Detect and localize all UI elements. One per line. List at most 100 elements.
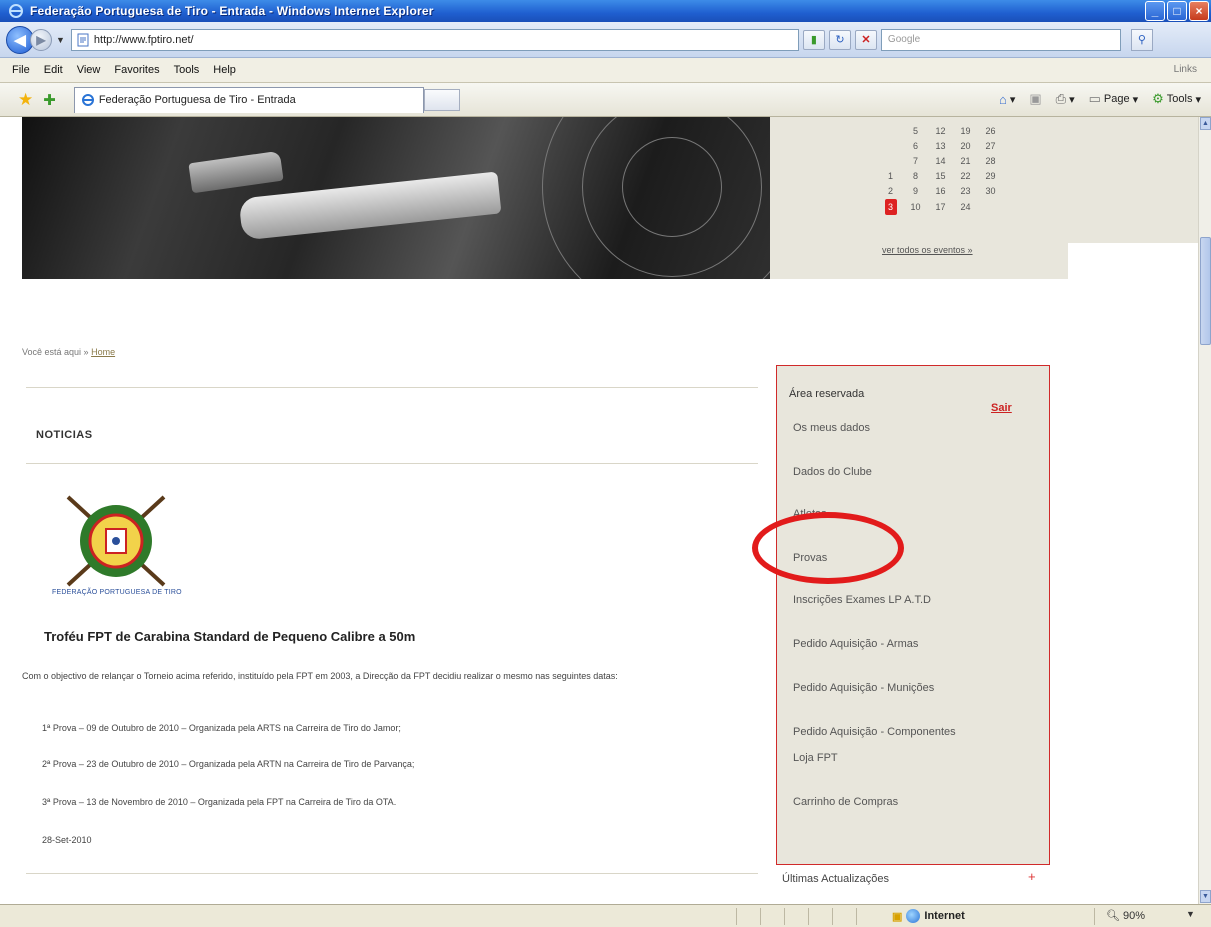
calendar-day: 8 bbox=[912, 170, 918, 181]
tab-current[interactable]: Federação Portuguesa de Tiro - Entrada bbox=[73, 86, 424, 113]
zone-label: Internet bbox=[924, 910, 965, 922]
tools-menu-label: Tools bbox=[1166, 93, 1193, 105]
breadcrumb: Você está aqui » Home bbox=[22, 347, 115, 357]
print-icon: ⎙ bbox=[1055, 91, 1067, 106]
events-link[interactable]: Provas bbox=[793, 552, 827, 564]
calendar-day: 15 bbox=[935, 170, 946, 181]
ammo-purchase-link[interactable]: Pedido Aquisição - Munições bbox=[793, 682, 934, 694]
status-divider bbox=[808, 908, 809, 925]
refresh-icon: ↻ bbox=[835, 34, 845, 46]
page-icon-cmd: ▭ bbox=[1088, 91, 1101, 106]
calendar-today[interactable]: 3 bbox=[878, 199, 903, 215]
expand-updates-icon[interactable]: + bbox=[1028, 869, 1036, 884]
news-item: 1ª Prova – 09 de Outubro de 2010 – Organ… bbox=[42, 723, 401, 733]
arm-image bbox=[238, 171, 502, 241]
globe-icon bbox=[906, 909, 921, 923]
ie-logo-icon bbox=[9, 4, 23, 18]
maximize-button[interactable]: □ bbox=[1167, 1, 1187, 21]
menu-file[interactable]: File bbox=[10, 62, 32, 78]
search-button[interactable]: ⚲ bbox=[1130, 28, 1153, 51]
print-button[interactable]: ⎙ ▾ bbox=[1056, 91, 1075, 107]
command-bar: ⌂ ▾ ▣ ⎙ ▾ ▭ Page ▾ ⚙ Tools ▾ bbox=[999, 91, 1201, 107]
calendar-row: 6 13 20 27 bbox=[878, 138, 1003, 153]
calendar-day: 21 bbox=[960, 155, 971, 166]
history-dropdown-icon[interactable]: ▼ bbox=[56, 35, 65, 45]
forward-button[interactable]: ▶ bbox=[30, 28, 52, 51]
window-controls: _ □ × bbox=[1145, 1, 1209, 21]
page-menu-button[interactable]: ▭ Page ▾ bbox=[1089, 91, 1139, 107]
favorites-star-icon[interactable]: ★ bbox=[18, 90, 33, 110]
club-data-link[interactable]: Dados do Clube bbox=[793, 466, 872, 478]
home-button[interactable]: ⌂ ▾ bbox=[999, 92, 1015, 107]
address-input[interactable]: http://www.fptiro.net/ bbox=[70, 28, 799, 51]
news-item: 2ª Prova – 23 de Outubro de 2010 – Organ… bbox=[42, 759, 415, 769]
target-ring bbox=[622, 137, 722, 237]
news-heading: NOTICIAS bbox=[36, 429, 93, 441]
menu-favorites[interactable]: Favorites bbox=[112, 62, 161, 78]
reserved-area-title: Área reservada bbox=[789, 388, 865, 400]
address-buttons: ▮ ↻ ✕ bbox=[802, 29, 877, 50]
hero-banner-image bbox=[22, 117, 770, 279]
news-body: Com o objectivo de relançar o Torneio ac… bbox=[22, 671, 618, 681]
fpt-shop-link[interactable]: Loja FPT bbox=[793, 752, 838, 764]
logout-link[interactable]: Sair bbox=[991, 402, 1012, 414]
reserved-area-panel: Área reservada Sair Os meus dados Dados … bbox=[776, 365, 1050, 865]
scroll-up-icon[interactable]: ▲ bbox=[1200, 117, 1211, 130]
pistol-image bbox=[188, 150, 284, 194]
page-menu-label: Page bbox=[1103, 93, 1130, 105]
minimize-button[interactable]: _ bbox=[1145, 1, 1165, 21]
close-button[interactable]: × bbox=[1189, 1, 1209, 21]
links-toolbar[interactable]: Links bbox=[1174, 64, 1197, 75]
status-divider bbox=[832, 908, 833, 925]
zoom-icon: 🔍︎ bbox=[1106, 910, 1120, 922]
exam-registration-link[interactable]: Inscrições Exames LP A.T.D bbox=[793, 594, 931, 606]
divider bbox=[26, 387, 758, 388]
last-updates-heading: Últimas Actualizações bbox=[782, 873, 889, 885]
calendar-day: 2 bbox=[887, 185, 893, 196]
tab-title: Federação Portuguesa de Tiro - Entrada bbox=[98, 94, 296, 106]
security-zone[interactable]: ▣ Internet bbox=[892, 909, 965, 923]
calendar-day: 30 bbox=[985, 185, 996, 196]
breadcrumb-home-link[interactable]: Home bbox=[91, 347, 115, 357]
calendar-day: 6 bbox=[912, 140, 918, 151]
protected-mode-icon: ▣ bbox=[892, 910, 903, 923]
stop-button[interactable]: ✕ bbox=[854, 29, 877, 50]
tools-menu-button[interactable]: ⚙ Tools ▾ bbox=[1152, 91, 1201, 107]
divider bbox=[26, 463, 758, 464]
search-input[interactable]: Google bbox=[880, 28, 1121, 51]
refresh-button[interactable]: ↻ bbox=[828, 29, 851, 50]
athletes-link[interactable]: Atletas bbox=[793, 508, 827, 520]
scroll-thumb[interactable] bbox=[1200, 237, 1211, 345]
calendar-row: 7 14 21 28 bbox=[878, 153, 1003, 168]
vertical-scrollbar[interactable]: ▲ ▼ bbox=[1198, 117, 1211, 904]
menu-view[interactable]: View bbox=[75, 62, 103, 78]
calendar-day: 16 bbox=[935, 185, 946, 196]
menu-tools[interactable]: Tools bbox=[172, 62, 202, 78]
calendar-row: 2 9 16 23 30 bbox=[878, 183, 1003, 198]
breadcrumb-prefix: Você está aqui » bbox=[22, 347, 89, 357]
news-title[interactable]: Troféu FPT de Carabina Standard de Peque… bbox=[44, 629, 415, 644]
divider bbox=[26, 873, 758, 874]
search-icon: ⚲ bbox=[1137, 34, 1146, 46]
weapons-purchase-link[interactable]: Pedido Aquisição - Armas bbox=[793, 638, 918, 650]
components-purchase-link[interactable]: Pedido Aquisição - Componentes bbox=[793, 726, 956, 738]
calendar-day: 5 bbox=[912, 125, 918, 136]
window-titlebar: Federação Portuguesa de Tiro - Entrada -… bbox=[0, 0, 1211, 22]
menu-help[interactable]: Help bbox=[211, 62, 238, 78]
shopping-cart-link[interactable]: Carrinho de Compras bbox=[793, 796, 898, 808]
scroll-down-icon[interactable]: ▼ bbox=[1200, 890, 1211, 903]
compatibility-button[interactable]: ▮ bbox=[802, 29, 825, 50]
calendar-row: 1 8 15 22 29 bbox=[878, 168, 1003, 183]
logo-caption: FEDERAÇÃO PORTUGUESA DE TIRO bbox=[52, 589, 182, 596]
zoom-level[interactable]: 🔍︎ 90% bbox=[1106, 909, 1145, 922]
zoom-dropdown-icon[interactable]: ▼ bbox=[1186, 909, 1195, 919]
menu-edit[interactable]: Edit bbox=[42, 62, 65, 78]
add-favorites-icon[interactable]: ✚ bbox=[43, 91, 56, 109]
my-data-link[interactable]: Os meus dados bbox=[793, 422, 870, 434]
new-tab-button[interactable] bbox=[423, 88, 460, 111]
calendar-day: 12 bbox=[935, 125, 946, 136]
feeds-button[interactable]: ▣ bbox=[1029, 91, 1041, 107]
status-divider bbox=[856, 908, 857, 925]
all-events-link[interactable]: ver todos os eventos » bbox=[882, 245, 973, 255]
news-date: 28-Set-2010 bbox=[42, 835, 92, 845]
